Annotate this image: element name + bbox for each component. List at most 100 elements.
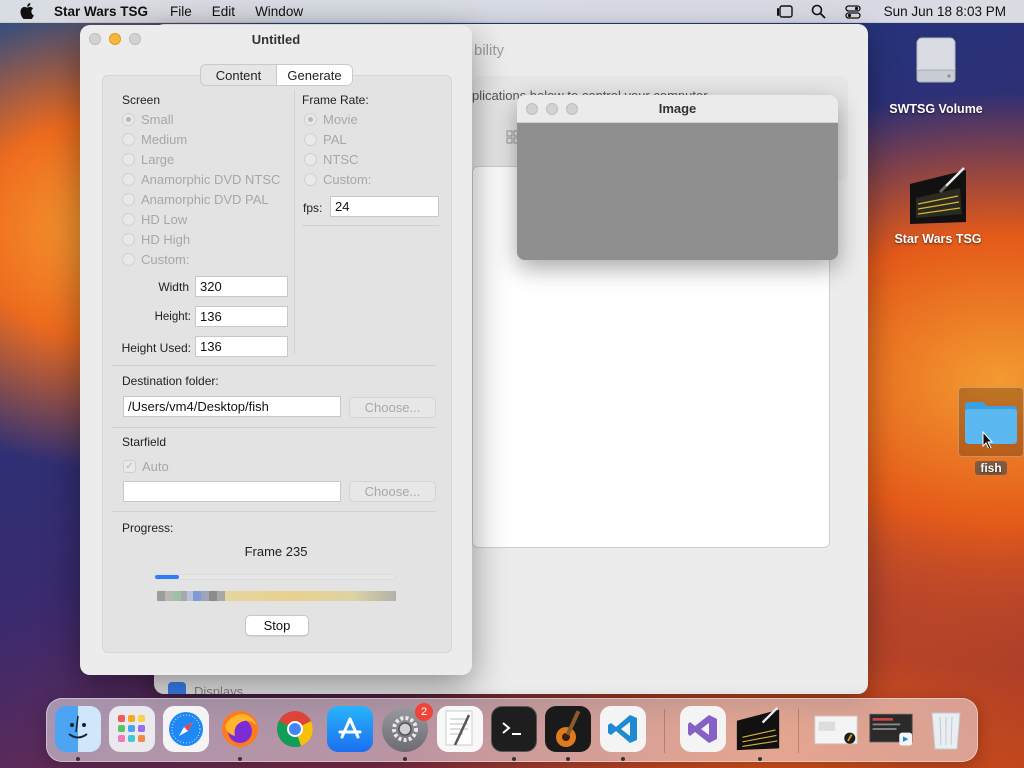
zoom-button[interactable] xyxy=(566,103,578,115)
color-strip-segment xyxy=(173,591,181,601)
running-indicator xyxy=(512,757,516,761)
screen-heading: Screen xyxy=(122,93,161,107)
tab-content[interactable]: Content xyxy=(201,65,276,85)
tab-generate[interactable]: Generate xyxy=(276,65,352,85)
width-field[interactable]: 320 xyxy=(195,276,288,297)
dock-finder-icon[interactable] xyxy=(55,706,101,752)
running-indicator xyxy=(758,757,762,761)
control-center-icon[interactable] xyxy=(844,3,862,21)
stop-button[interactable]: Stop xyxy=(245,615,309,636)
menu-window[interactable]: Window xyxy=(255,4,303,19)
radio-button[interactable] xyxy=(122,173,135,186)
screen-option-anamorphic-pal[interactable]: Anamorphic DVD PAL xyxy=(122,192,269,207)
menu-bar: Star Wars TSG File Edit Window Sun Jun 1… xyxy=(0,0,1024,23)
checkmark-icon[interactable]: ✓ xyxy=(123,460,136,473)
starfield-choose-button[interactable]: Choose... xyxy=(349,481,436,502)
radio-button[interactable] xyxy=(122,233,135,246)
desktop-icon-swtsg-volume[interactable]: SWTSG Volume xyxy=(886,36,986,116)
dock-star-wars-tsg-icon[interactable] xyxy=(735,706,781,752)
progress-heading: Progress: xyxy=(122,521,174,535)
minimize-button[interactable] xyxy=(546,103,558,115)
dock-preview-window-icon[interactable] xyxy=(813,706,859,752)
starfield-auto-checkbox[interactable]: ✓ Auto xyxy=(123,459,169,474)
screen-option-hd-high[interactable]: HD High xyxy=(122,232,190,247)
dock-textedit-icon[interactable] xyxy=(437,706,483,752)
frame-rate-option-custom[interactable]: Custom: xyxy=(304,172,371,187)
radio-button[interactable] xyxy=(304,113,317,126)
dock-garageband-icon[interactable] xyxy=(545,706,591,752)
screen-option-anamorphic-ntsc[interactable]: Anamorphic DVD NTSC xyxy=(122,172,280,187)
radio-button[interactable] xyxy=(122,213,135,226)
radio-button[interactable] xyxy=(122,133,135,146)
screen-option-custom[interactable]: Custom: xyxy=(122,252,189,267)
starfield-field[interactable] xyxy=(123,481,341,502)
menu-app-name[interactable]: Star Wars TSG xyxy=(54,4,148,19)
radio-button[interactable] xyxy=(122,193,135,206)
minimize-button[interactable] xyxy=(109,33,121,45)
destination-field[interactable]: /Users/vm4/Desktop/fish xyxy=(123,396,341,417)
sidebar-item-displays[interactable]: Displays xyxy=(168,682,368,694)
radio-button[interactable] xyxy=(304,133,317,146)
running-indicator xyxy=(403,757,407,761)
dock-visual-studio-icon[interactable] xyxy=(680,706,726,752)
image-window-titlebar[interactable]: Image xyxy=(517,95,838,123)
radio-label: Large xyxy=(141,152,175,167)
notification-badge: 2 xyxy=(415,703,433,721)
dock-terminal-icon[interactable] xyxy=(491,706,537,752)
radio-button[interactable] xyxy=(122,253,135,266)
dock-chrome-icon[interactable] xyxy=(272,706,318,752)
width-label: Width xyxy=(158,280,189,294)
radio-label: Medium xyxy=(141,132,188,147)
generator-window-titlebar[interactable]: Untitled xyxy=(80,25,472,53)
screen-option-medium[interactable]: Medium xyxy=(122,132,187,147)
dock-launchpad-icon[interactable] xyxy=(109,706,155,752)
stage-manager-icon[interactable] xyxy=(776,3,794,21)
tab-bar: Content Generate xyxy=(200,64,353,86)
frame-rate-option-ntsc[interactable]: NTSC xyxy=(304,152,358,167)
desktop-icon-label: fish xyxy=(975,461,1007,475)
spotlight-search-icon[interactable] xyxy=(810,3,828,21)
fps-field[interactable]: 24 xyxy=(330,196,439,217)
fps-divider xyxy=(302,225,439,226)
image-window-title: Image xyxy=(658,101,697,116)
screen-option-hd-low[interactable]: HD Low xyxy=(122,212,187,227)
desktop-icon-star-wars-tsg[interactable]: Star Wars TSG xyxy=(886,162,990,246)
checkbox-label: Auto xyxy=(142,459,169,474)
height-field[interactable]: 136 xyxy=(195,306,288,327)
dock-trash-icon[interactable] xyxy=(923,706,969,752)
height-used-field[interactable]: 136 xyxy=(195,336,288,357)
screen-option-large[interactable]: Large xyxy=(122,152,174,167)
radio-button[interactable] xyxy=(122,113,135,126)
color-strip-segment xyxy=(201,591,209,601)
settings-title: bility xyxy=(474,42,505,59)
close-button[interactable] xyxy=(526,103,538,115)
radio-button[interactable] xyxy=(122,153,135,166)
dock-window-thumbnail-icon[interactable] xyxy=(868,706,914,752)
running-indicator xyxy=(566,757,570,761)
radio-label: Anamorphic DVD PAL xyxy=(141,192,269,207)
zoom-button[interactable] xyxy=(129,33,141,45)
frame-rate-option-pal[interactable]: PAL xyxy=(304,132,347,147)
color-strip-segment xyxy=(209,591,217,601)
menu-clock[interactable]: Sun Jun 18 8:03 PM xyxy=(884,4,1006,19)
dock-safari-icon[interactable] xyxy=(163,706,209,752)
color-strip xyxy=(157,591,396,601)
starfield-heading: Starfield xyxy=(122,435,167,449)
menu-file[interactable]: File xyxy=(170,4,192,19)
dock-firefox-icon[interactable] xyxy=(217,706,263,752)
radio-button[interactable] xyxy=(304,173,317,186)
dock-system-settings-icon[interactable]: 2 xyxy=(382,703,433,752)
menu-edit[interactable]: Edit xyxy=(212,4,235,19)
close-button[interactable] xyxy=(89,33,101,45)
screen-option-small[interactable]: Small xyxy=(122,112,174,127)
destination-choose-button[interactable]: Choose... xyxy=(349,397,436,418)
desktop-icon-fish-folder[interactable]: fish xyxy=(958,387,1024,475)
disk-volume-icon xyxy=(916,37,956,83)
dock-vscode-icon[interactable] xyxy=(600,706,646,752)
radio-button[interactable] xyxy=(304,153,317,166)
apple-menu-icon[interactable] xyxy=(0,3,54,19)
desktop-icon-label: SWTSG Volume xyxy=(889,102,983,116)
running-indicator xyxy=(76,757,80,761)
frame-rate-option-movie[interactable]: Movie xyxy=(304,112,358,127)
dock-app-store-icon[interactable] xyxy=(327,706,373,752)
